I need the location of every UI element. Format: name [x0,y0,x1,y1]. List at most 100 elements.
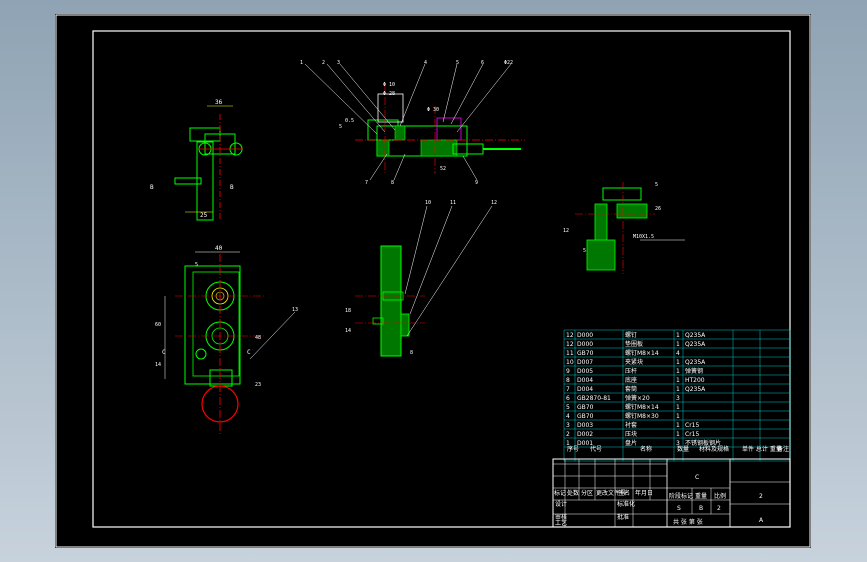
bom-cell-name: 盘片 [625,439,637,447]
bom-cell-code: D004 [577,377,593,384]
bom-cell-qty: 1 [676,431,680,438]
sheet-text: 共 张 第 张 [673,518,703,526]
row-label-mark: 标记 [554,489,566,497]
bom-cell-no: 12 [566,332,574,339]
label-phi22: Φ22 [504,60,513,66]
sign-design: 设计 [555,500,567,508]
bom-cell-no: 12 [566,341,574,348]
row-label-date: 年月日 [635,489,653,497]
front-dim-60: 60 [155,322,161,328]
bom-cell-qty: 1 [676,359,680,366]
bom-header-name: 名称 [640,445,652,453]
top-dim-phi10: Φ 10 [383,82,395,88]
top-dim-phi28: Φ 28 [383,91,395,97]
top-dim-5: 5 [339,124,342,130]
bom-cell-no: 5 [566,404,570,411]
front-view [164,251,296,434]
bom-header-material: 材料及规格 [699,445,729,453]
weight-label: 重量 [695,492,707,500]
row-label-count: 处数 [567,489,579,497]
stage-label: 阶段标记 [669,492,693,500]
bom-cell-material: Q235A [685,341,706,348]
bom-cell-material: Q235A [685,359,706,366]
bom-cell-code: GB70 [577,404,594,411]
label-9: 9 [475,180,478,186]
bom-header-qty: 数量 [677,445,689,453]
front-dim-5: 5 [195,262,198,268]
detail-thread: M10X1.5 [633,234,654,240]
bom-cell-qty: 1 [676,368,680,375]
bom-cell-code: D003 [577,422,593,429]
bom-header: 序号 代号 名称 数量 材料及规格 单件 总计 重量 备注 [567,445,789,453]
detail-dim-5: 5 [655,182,658,188]
title-mark-top: 2 [759,493,763,500]
top-dim-52: 52 [440,166,446,172]
label-2: 2 [322,60,325,66]
label-1: 1 [300,60,303,66]
bom-cell-code: D000 [577,332,593,339]
bom-row: 12 D000 螺钉 1 Q235A [566,331,706,339]
bom-cell-qty: 3 [676,395,680,402]
label-6: 6 [481,60,484,66]
bom-cell-no: 9 [566,368,570,375]
section-label-8: 8 [410,350,413,356]
bom-cell-no: 3 [566,422,570,429]
label-10: 10 [425,200,431,206]
bom-cell-no: 4 [566,413,570,420]
bom-cell-qty: 1 [676,341,680,348]
bom-cell-qty: 1 [676,422,680,429]
bom-cell-material: Cr15 [685,431,699,438]
cad-drawing: 36 2 5 B B 1 2 3 4 5 6 Φ22 7 8 9 Φ 10 Φ 2… [55,14,811,548]
bom-cell-code: D005 [577,368,593,375]
bom-row: 7 D004 套筒 1 Q235A [566,385,706,393]
sign-process: 工艺 [555,519,567,527]
section-dim-14: 14 [345,328,351,334]
bom-header-remark: 备注 [777,445,789,453]
left-view [174,105,243,221]
cut-mark-b1: B [150,184,154,191]
bom-cell-name: 夹紧块 [625,358,643,366]
bom-cell-no: 7 [566,386,570,393]
cad-viewport[interactable]: 36 2 5 B B 1 2 3 4 5 6 Φ22 7 8 9 Φ 10 Φ 2… [55,14,811,548]
bom-cell-material: 弹簧钢 [685,367,703,375]
bom-cell-material: Q235A [685,386,706,393]
bom-row: 10 D007 夹紧块 1 Q235A [566,358,706,366]
detail-dim-5b: 5 [583,248,586,254]
top-dim-0.5: 0.5 [345,118,354,124]
bom-cell-code: D002 [577,431,593,438]
bom-cell-name: 套筒 [625,385,637,393]
row-label-sign: 签名 [618,489,630,497]
bom-cell-name: 螺钉 [625,331,637,339]
bom-header-code: 代号 [590,445,602,453]
bom-cell-material: Q235A [685,332,706,339]
detail-dim-12: 12 [563,228,569,234]
scale-cell-s: S [677,505,681,512]
bom-cell-no: 11 [566,350,574,357]
bom-cell-qty: 1 [676,332,680,339]
section-view [355,205,493,357]
bom-cell-name: 压块 [625,430,637,438]
bom-cell-qty: 1 [676,377,680,384]
bom-cell-code: D004 [577,386,593,393]
bom-cell-qty: 1 [676,386,680,393]
bom-row: 9 D005 压杆 1 弹簧钢 [566,367,703,375]
bom-cell-code: D007 [577,359,593,366]
left-dim-36: 36 [215,99,223,106]
label-7: 7 [365,180,368,186]
bom-cell-qty: 1 [676,413,680,420]
scale-cell-2: 2 [717,505,721,512]
bom-cell-code: D000 [577,341,593,348]
bom-cell-name: 弹簧×20 [625,394,650,402]
sign-standard: 标准化 [617,500,635,508]
cut-mark-c2: C [247,349,251,356]
label-11: 11 [450,200,456,206]
bom-rows: 12 D000 螺钉 1 Q235A12 D000 垫圈板 1 Q235A11 GB70 螺钉M8×… [566,331,721,447]
cut-mark-c1: C [162,349,166,356]
cut-mark-b2: B [230,184,234,191]
bom-cell-no: 8 [566,377,570,384]
row-label-zone: 分区 [581,489,593,497]
bom-cell-qty: 1 [676,404,680,411]
bom-cell-material: Cr15 [685,422,699,429]
bom-row: 3 D003 衬套 1 Cr15 [566,421,699,429]
front-dim-14: 14 [155,362,161,368]
